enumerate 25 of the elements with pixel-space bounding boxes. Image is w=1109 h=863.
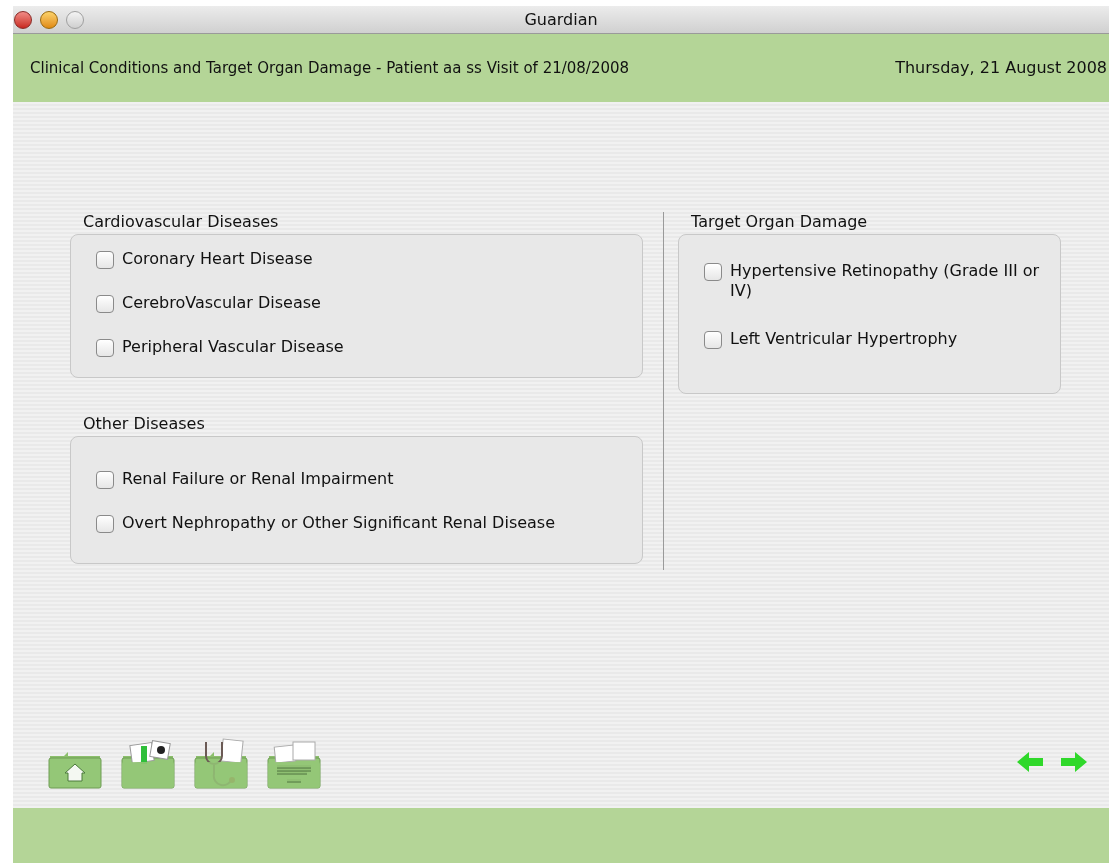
checkbox[interactable]: [704, 331, 722, 349]
window-title: Guardian: [524, 8, 598, 31]
checkbox[interactable]: [96, 295, 114, 313]
checkbox[interactable]: [96, 251, 114, 269]
minimize-button[interactable]: [40, 11, 58, 29]
checkbox[interactable]: [704, 263, 722, 281]
back-arrow-icon[interactable]: [1015, 750, 1045, 774]
checkbox-label: Renal Failure or Renal Impairment: [122, 469, 394, 489]
group-title: Other Diseases: [83, 414, 206, 434]
checkbox-label: Peripheral Vascular Disease: [122, 337, 344, 357]
checkbox-label: Hypertensive Retinopathy (Grade III or IV): [730, 261, 1040, 301]
checkbox-label: Coronary Heart Disease: [122, 249, 313, 269]
page-title: Clinical Conditions and Target Organ Damage - Patient aa ss Visit of 21/08/2008: [30, 57, 630, 79]
close-button[interactable]: [14, 11, 32, 29]
group-title: Cardiovascular Diseases: [83, 212, 280, 232]
date-label: Thursday, 21 August 2008: [895, 57, 1107, 79]
forward-arrow-icon[interactable]: [1059, 750, 1089, 774]
checkbox[interactable]: [96, 471, 114, 489]
group-title: Target Organ Damage: [691, 212, 869, 232]
checkbox-label: Overt Nephropathy or Other Significant Renal Disease: [122, 513, 556, 533]
zoom-button[interactable]: [66, 11, 84, 29]
checkbox-label: Left Ventricular Hypertrophy: [730, 329, 958, 349]
checkbox[interactable]: [96, 515, 114, 533]
checkbox-label: CerebroVascular Disease: [122, 293, 321, 313]
checkbox[interactable]: [96, 339, 114, 357]
